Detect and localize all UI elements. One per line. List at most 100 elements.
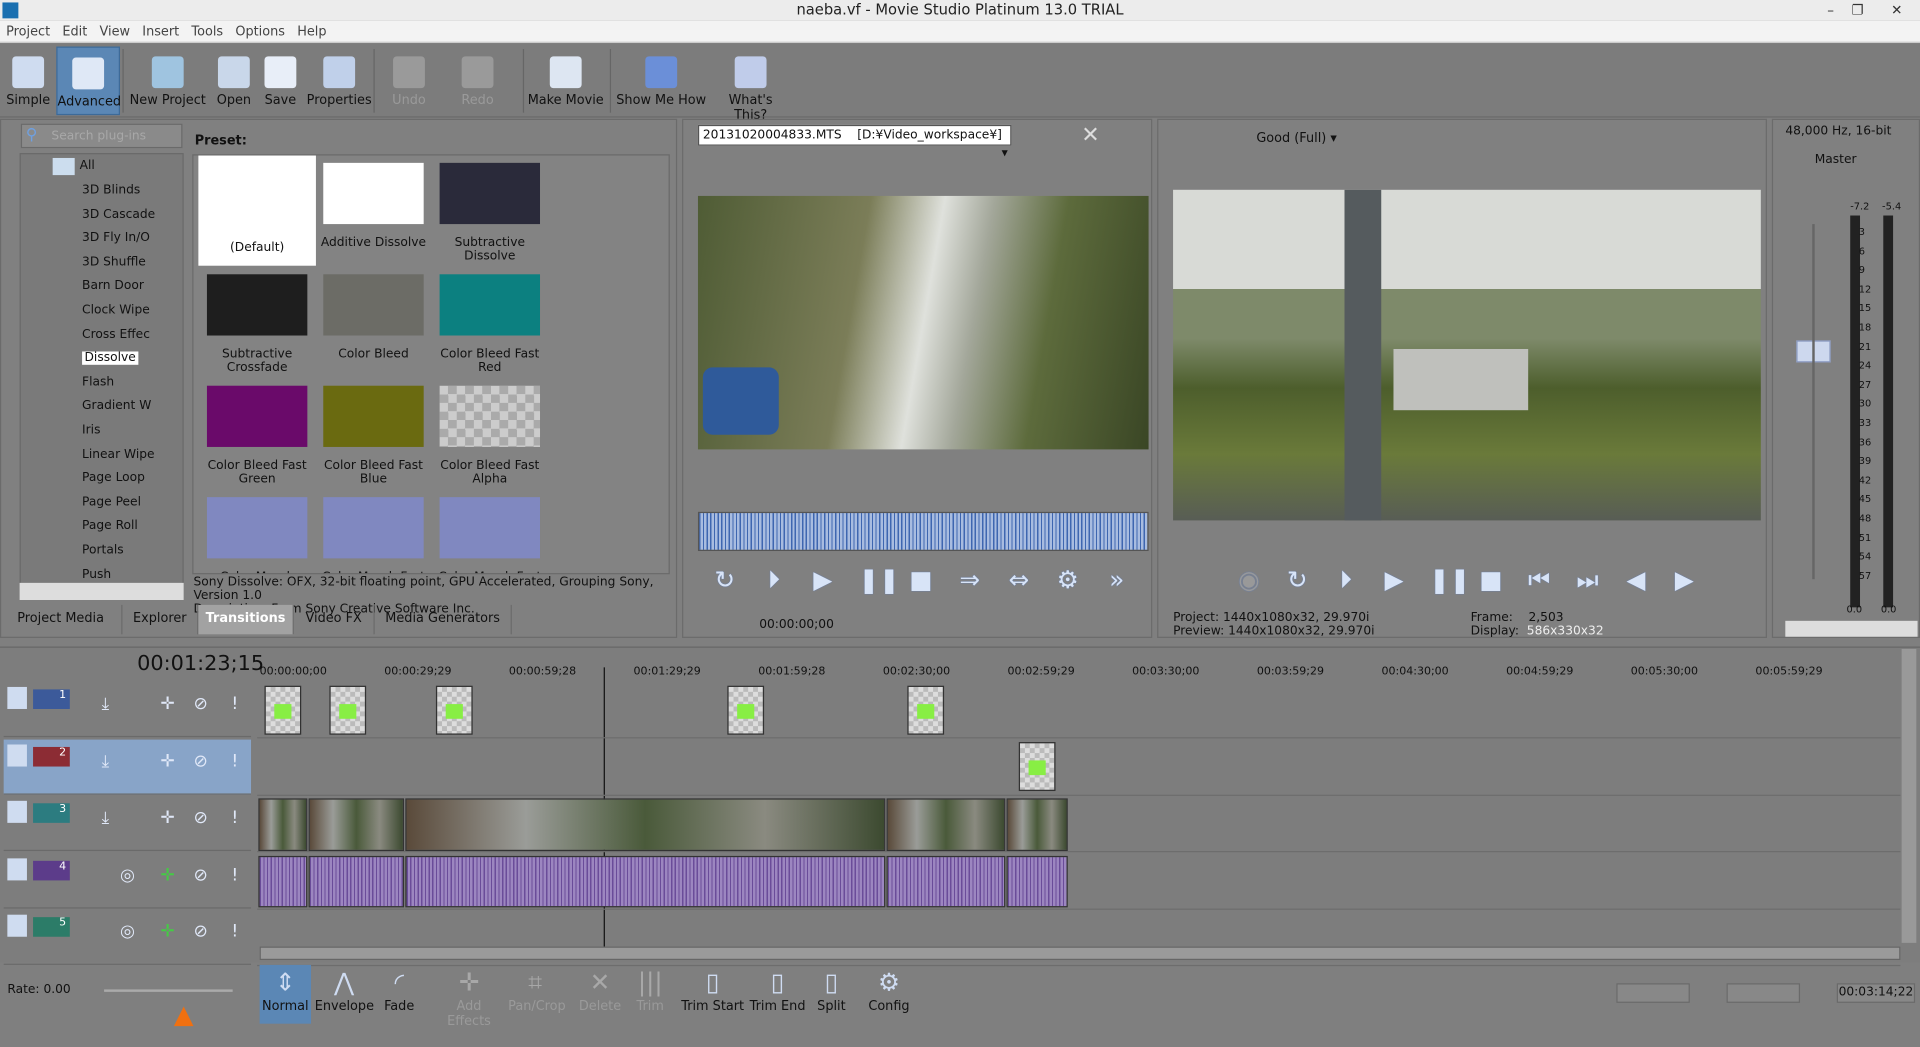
track-lane-1[interactable] (257, 682, 1901, 739)
tab-project-media[interactable]: Project Media (0, 604, 123, 635)
preset-color-morph-fast[interactable]: Color Morph Fast (431, 497, 549, 573)
tab-media-generators[interactable]: Media Generators (375, 604, 512, 635)
more-icon[interactable]: » (1103, 566, 1130, 593)
mixer-scrollbar[interactable] (1785, 620, 1918, 637)
transition-clip[interactable] (1018, 742, 1056, 792)
track-expand-icon[interactable] (7, 744, 27, 767)
play-from-start-icon[interactable]: ⏵ (760, 566, 787, 593)
selection-length-field[interactable]: 00:03:14;22 (1836, 983, 1916, 1003)
save-button[interactable]: Save (260, 47, 302, 116)
preset-color-bleed-fast-red[interactable]: Color Bleed Fast Red (431, 274, 549, 375)
open-button[interactable]: Open (211, 47, 258, 116)
menu-tools[interactable]: Tools (185, 21, 229, 43)
audio-clip[interactable] (886, 855, 1006, 908)
maximize-button[interactable]: ❐ (1844, 0, 1871, 21)
tree-horizontal-scrollbar[interactable] (19, 582, 184, 601)
normal-tool-button[interactable]: ⇕ Normal (259, 964, 312, 1024)
tree-item-linear-wipe[interactable]: Linear Wipe (82, 448, 185, 461)
tree-item-flash[interactable]: Flash (82, 376, 185, 389)
preset-default[interactable]: (Default) (198, 155, 316, 266)
make-movie-button[interactable]: Make Movie (527, 47, 605, 116)
plugin-tree[interactable]: All 3D Blinds 3D Cascade 3D Fly In/O 3D Shu… (19, 153, 185, 601)
preset-subtractive-dissolve[interactable]: Subtractive Dissolve (431, 162, 549, 263)
play-icon[interactable]: ▶ (1381, 566, 1408, 593)
tree-item-3d-shuffle[interactable]: 3D Shuffle (82, 256, 185, 269)
fx-icon[interactable]: ✛ (160, 752, 174, 772)
mute-track-icon[interactable]: ! (231, 922, 238, 942)
tree-item-3d-fly-in-o[interactable]: 3D Fly In/O (82, 232, 185, 245)
track-expand-icon[interactable] (7, 858, 27, 881)
redo-button[interactable]: Redo (448, 47, 507, 116)
tree-item-3d-blinds[interactable]: 3D Blinds (82, 184, 185, 197)
tree-item-dissolve[interactable]: Dissolve (82, 351, 185, 366)
tree-item-3d-cascade[interactable]: 3D Cascade (82, 208, 185, 221)
tree-item-gradient-w[interactable]: Gradient W (82, 400, 185, 413)
fx-icon[interactable]: ✛ (160, 866, 174, 886)
video-clip[interactable] (405, 798, 886, 852)
track-header-3[interactable]: 3 ⤓ ✛ ⊘! (3, 796, 252, 852)
menu-options[interactable]: Options (229, 21, 291, 43)
tab-video-fx[interactable]: Video FX (294, 604, 375, 635)
mute-track-icon[interactable]: ! (231, 866, 238, 886)
next-frame-icon[interactable]: ▶ (1671, 566, 1698, 593)
mute-track-icon[interactable]: ! (231, 808, 238, 828)
stop-icon[interactable]: ■ (907, 566, 934, 593)
solo-icon[interactable]: ⊘ (193, 808, 207, 828)
video-clip[interactable] (258, 798, 308, 852)
tab-transitions[interactable]: Transitions (198, 604, 294, 635)
config-tool-button[interactable]: ⚙ Config (862, 965, 916, 1026)
preset-color-bleed[interactable]: Color Bleed (315, 274, 433, 361)
track-header-1[interactable]: 1 ⤓ ✛ ⊘! (3, 682, 252, 738)
track-lane-5[interactable] (257, 910, 1901, 967)
pan-crop-tool-button[interactable]: ⌗ Pan/Crop (508, 965, 566, 1026)
video-clip[interactable] (886, 798, 1006, 852)
transition-clip[interactable] (264, 685, 302, 735)
solo-icon[interactable]: ⊘ (193, 922, 207, 942)
close-button[interactable]: ✕ (1883, 0, 1910, 21)
go-to-start-icon[interactable]: ⏮ (1526, 566, 1553, 593)
tree-item-clock-wipe[interactable]: Clock Wipe (82, 304, 185, 317)
trim-start-tool-button[interactable]: ▯ Trim Start (681, 965, 745, 1026)
transition-clip[interactable] (329, 685, 367, 735)
track-expand-icon[interactable] (7, 800, 27, 823)
transition-clip[interactable] (907, 685, 945, 735)
transition-clip[interactable] (727, 685, 765, 735)
new-project-button[interactable]: New Project (127, 47, 208, 116)
track-header-4[interactable]: 4 ◎ ✛ ⊘! (3, 853, 252, 909)
tree-item-iris[interactable]: Iris (82, 424, 185, 437)
menu-edit[interactable]: Edit (56, 21, 93, 43)
audio-clip[interactable] (405, 855, 886, 908)
transition-clip[interactable] (435, 685, 473, 735)
tree-item-page-roll[interactable]: Page Roll (82, 520, 185, 533)
record-icon[interactable]: ◉ (1236, 566, 1263, 593)
trimmer-file-dropdown[interactable]: 20131020004833.MTS [D:¥Video_workspace¥]… (697, 124, 1012, 160)
selection-start-field[interactable] (1616, 983, 1690, 1003)
track-expand-icon[interactable] (7, 914, 27, 937)
compositing-icon[interactable]: ⤓ (102, 694, 110, 714)
undo-button[interactable]: Undo (380, 47, 439, 116)
stop-icon[interactable]: ■ (1477, 566, 1504, 593)
close-icon[interactable]: ✕ (1081, 122, 1099, 148)
search-plugins-input[interactable]: ⚲ Search plug-ins (20, 123, 183, 149)
pause-icon[interactable]: ❚❚ (1429, 566, 1470, 593)
preview-quality-dropdown[interactable]: Good (Full) ▾ (1256, 131, 1337, 146)
preset-color-bleed-fast-green[interactable]: Color Bleed Fast Green (198, 385, 316, 486)
advanced-button[interactable]: Advanced (56, 46, 121, 116)
audio-clip[interactable] (308, 855, 405, 908)
rate-slider[interactable] (104, 989, 233, 992)
tree-item-portals[interactable]: Portals (82, 544, 185, 557)
compositing-icon[interactable]: ⤓ (102, 752, 110, 772)
preset-subtractive-crossfade[interactable]: Subtractive Crossfade (198, 274, 316, 375)
tree-item-push[interactable]: Push (82, 568, 185, 581)
properties-button[interactable]: Properties (306, 47, 372, 116)
mute-track-icon[interactable]: ! (231, 752, 238, 772)
add-effects-tool-button[interactable]: ✛ Add Effects (435, 965, 504, 1028)
fx-icon[interactable]: ✛ (160, 808, 174, 828)
mute-icon[interactable]: ◎ (120, 922, 135, 942)
split-tool-button[interactable]: ▯ Split (811, 965, 853, 1026)
compositing-icon[interactable]: ⤓ (102, 808, 110, 828)
selection-end-field[interactable] (1726, 983, 1801, 1003)
mute-track-icon[interactable]: ! (231, 694, 238, 714)
overwrite-icon[interactable]: ⇔ (1005, 566, 1032, 593)
audio-clip[interactable] (258, 855, 308, 908)
